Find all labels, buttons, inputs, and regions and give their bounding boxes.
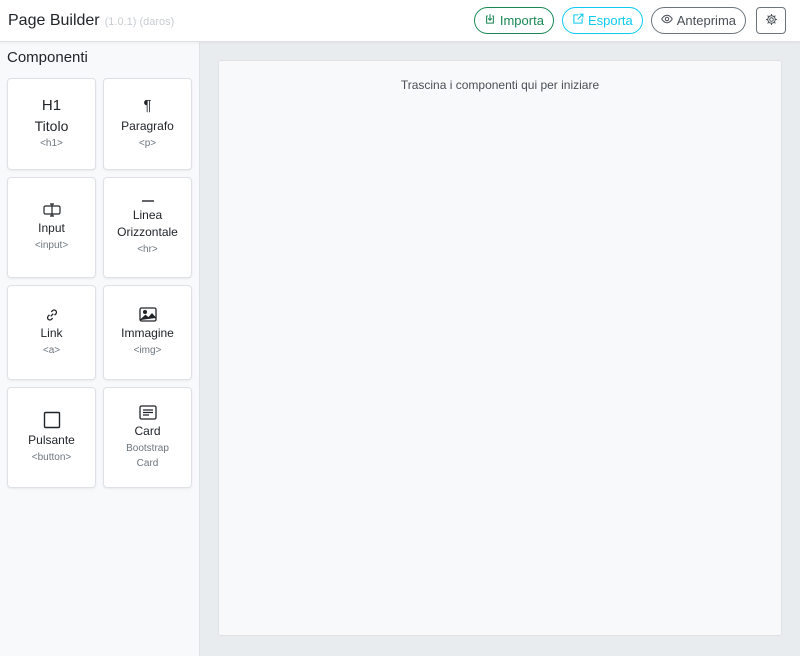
sidebar-title: Componenti bbox=[7, 49, 88, 66]
component-card[interactable]: Card Bootstrap Card bbox=[103, 387, 192, 488]
import-label: Importa bbox=[499, 13, 544, 28]
app-header: Page Builder (1.0.1) (daros) Importa Esp… bbox=[0, 0, 800, 42]
link-icon bbox=[45, 308, 59, 322]
component-image[interactable]: Immagine <img> bbox=[103, 285, 192, 380]
image-icon bbox=[138, 307, 157, 322]
gear-icon bbox=[765, 13, 778, 29]
component-tag: Bootstrap Card bbox=[126, 442, 169, 469]
component-paragraph[interactable]: ¶ Paragrafo <p> bbox=[103, 78, 192, 170]
input-cursor-icon bbox=[42, 202, 61, 217]
components-sidebar: Componenti H1 Titolo <h1> ¶ Paragrafo <p… bbox=[0, 42, 200, 656]
component-horizontal-rule[interactable]: Linea Orizzontale <hr> bbox=[103, 177, 192, 278]
settings-button[interactable] bbox=[756, 7, 786, 34]
header-actions: Importa Esporta Anteprima bbox=[473, 7, 786, 34]
import-icon bbox=[484, 13, 496, 28]
component-tag: <h1> bbox=[40, 138, 63, 149]
component-label: Linea Orizzontale bbox=[117, 208, 178, 239]
square-icon bbox=[43, 411, 61, 429]
component-button[interactable]: Pulsante <button> bbox=[7, 387, 96, 488]
component-input[interactable]: Input <input> bbox=[7, 177, 96, 278]
canvas-hint: Trascina i componenti qui per iniziare bbox=[400, 78, 600, 92]
component-tag: <p> bbox=[138, 138, 157, 149]
export-label: Esporta bbox=[587, 13, 633, 28]
component-label: Link bbox=[40, 325, 63, 340]
component-label: Titolo bbox=[34, 118, 69, 134]
preview-label: Anteprima bbox=[676, 13, 736, 28]
dash-icon bbox=[141, 198, 155, 204]
import-button[interactable]: Importa bbox=[473, 7, 554, 34]
preview-button[interactable]: Anteprima bbox=[650, 7, 746, 34]
export-button[interactable]: Esporta bbox=[561, 7, 643, 34]
component-label: Pulsante bbox=[28, 432, 75, 447]
component-label: Paragrafo bbox=[121, 119, 174, 133]
drop-canvas[interactable]: Trascina i componenti qui per iniziare bbox=[218, 60, 782, 636]
page-builder-app: Page Builder (1.0.1) (daros) Importa Esp… bbox=[0, 0, 800, 656]
app-version: (1.0.1) (daros) bbox=[104, 16, 175, 28]
heading-icon: H1 bbox=[41, 97, 62, 114]
app-title: Page Builder bbox=[8, 11, 100, 29]
component-tag: <hr> bbox=[137, 244, 158, 255]
component-heading[interactable]: H1 Titolo <h1> bbox=[7, 78, 96, 170]
component-label: Card bbox=[134, 423, 161, 438]
external-link-icon bbox=[572, 13, 584, 28]
component-link[interactable]: Link <a> bbox=[7, 285, 96, 380]
eye-icon bbox=[660, 13, 673, 28]
component-tag: <img> bbox=[133, 345, 162, 356]
component-tag: <input> bbox=[34, 239, 69, 251]
card-text-icon bbox=[138, 404, 157, 420]
component-tag: <button> bbox=[31, 451, 72, 463]
workspace: Trascina i componenti qui per iniziare bbox=[200, 42, 800, 656]
paragraph-icon: ¶ bbox=[143, 97, 152, 114]
component-tag: <a> bbox=[42, 344, 61, 356]
component-label: Input bbox=[38, 220, 65, 235]
component-label: Immagine bbox=[121, 326, 174, 340]
